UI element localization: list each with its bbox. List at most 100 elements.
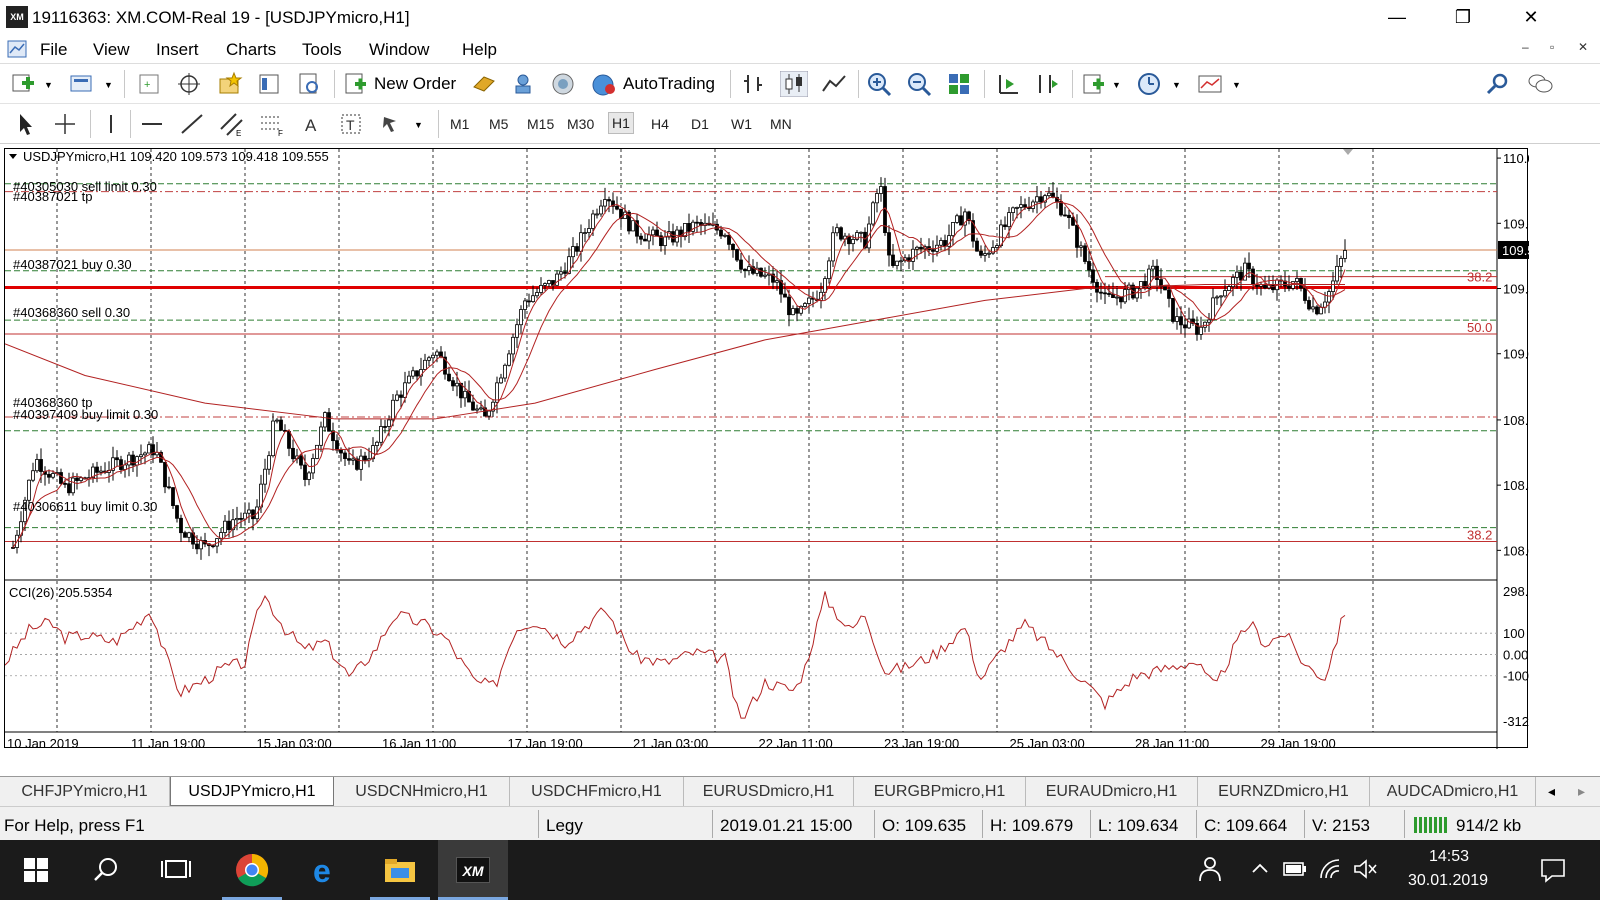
new-chart-icon[interactable] xyxy=(10,71,38,97)
tab-chfjpy[interactable]: CHFJPYmicro,H1 xyxy=(0,777,170,806)
tab-usdchf[interactable]: USDCHFmicro,H1 xyxy=(510,777,684,806)
current-price-label: 109.555 xyxy=(1502,243,1529,258)
clock-time[interactable]: 14:53 xyxy=(1414,848,1484,866)
vertical-line-icon[interactable] xyxy=(98,111,126,137)
menu-help[interactable]: Help xyxy=(462,40,497,60)
people-icon[interactable] xyxy=(1194,854,1222,884)
chevron-down-icon[interactable]: ▼ xyxy=(104,80,113,90)
menu-insert[interactable]: Insert xyxy=(156,40,199,60)
menu-view[interactable]: View xyxy=(93,40,130,60)
menu-file[interactable]: File xyxy=(40,40,67,60)
gold-bar-icon[interactable] xyxy=(470,71,498,97)
tab-eurusd[interactable]: EURUSDmicro,H1 xyxy=(684,777,854,806)
tabs-scroll-right-button[interactable]: ▸ xyxy=(1578,783,1585,800)
timeframe-h4[interactable]: H4 xyxy=(651,116,669,132)
candlestick-chart-icon[interactable] xyxy=(780,71,808,97)
clock-date[interactable]: 30.01.2019 xyxy=(1398,872,1498,890)
tabs-scroll-left-button[interactable]: ◂ xyxy=(1548,783,1555,800)
speaker-muted-icon[interactable] xyxy=(1352,858,1378,880)
chevron-down-icon[interactable]: ▼ xyxy=(414,120,423,130)
candle-body xyxy=(327,412,331,432)
market-watch-icon[interactable]: + xyxy=(136,71,164,97)
templates-icon[interactable] xyxy=(1196,71,1224,97)
indicators-icon[interactable] xyxy=(1080,71,1108,97)
autotrading-button[interactable]: AutoTrading xyxy=(623,74,715,94)
battery-icon[interactable] xyxy=(1282,860,1308,878)
arrows-icon[interactable] xyxy=(378,111,406,137)
timeframe-h1[interactable]: H1 xyxy=(608,112,634,134)
restore-button[interactable]: ❐ xyxy=(1440,4,1486,30)
cursor-arrow-icon[interactable] xyxy=(12,111,40,137)
crosshair-target-icon[interactable] xyxy=(176,71,204,97)
bar-chart-icon[interactable] xyxy=(740,71,768,97)
tab-usdjpy[interactable]: USDJPYmicro,H1 xyxy=(170,777,334,806)
autotrading-icon[interactable] xyxy=(590,71,618,97)
auto-scroll-icon[interactable] xyxy=(994,71,1022,97)
timeframe-m1[interactable]: M1 xyxy=(450,116,469,132)
text-icon[interactable]: A xyxy=(298,111,326,137)
zoom-in-icon[interactable] xyxy=(866,71,894,97)
navigator-star-icon[interactable] xyxy=(216,71,244,97)
windows-start-icon[interactable] xyxy=(16,850,56,890)
xm-taskbar-button[interactable]: XM xyxy=(438,840,508,900)
menu-charts[interactable]: Charts xyxy=(226,40,276,60)
equidistant-channel-icon[interactable]: E xyxy=(218,111,246,137)
profiles-icon[interactable] xyxy=(68,71,96,97)
timeframe-m15[interactable]: M15 xyxy=(527,116,554,132)
horizontal-line-icon[interactable] xyxy=(138,111,166,137)
search-icon[interactable] xyxy=(1484,71,1512,97)
zoom-out-icon[interactable] xyxy=(906,71,934,97)
tab-eurnzd[interactable]: EURNZDmicro,H1 xyxy=(1198,777,1370,806)
timeframe-mn[interactable]: MN xyxy=(770,116,792,132)
chevron-down-icon[interactable]: ▼ xyxy=(1112,80,1121,90)
crosshair-icon[interactable] xyxy=(52,111,80,137)
tile-windows-icon[interactable] xyxy=(946,71,974,97)
chat-bubbles-icon[interactable] xyxy=(1526,71,1554,97)
chevron-up-icon[interactable] xyxy=(1250,860,1270,876)
tab-euraud[interactable]: EURAUDmicro,H1 xyxy=(1026,777,1198,806)
line-chart-icon[interactable] xyxy=(820,71,848,97)
chevron-down-icon[interactable]: ▼ xyxy=(44,80,53,90)
mdi-minimize-button[interactable]: – xyxy=(1522,40,1529,54)
candle-body xyxy=(895,260,899,266)
notifications-icon[interactable] xyxy=(1538,856,1568,884)
fibonacci-icon[interactable]: F xyxy=(258,111,286,137)
new-order-button[interactable]: New Order xyxy=(374,74,456,94)
candle-body xyxy=(559,271,563,275)
chart-shift-icon[interactable] xyxy=(1034,71,1062,97)
timeframe-m30[interactable]: M30 xyxy=(567,116,594,132)
status-profile[interactable]: Legy xyxy=(546,816,583,836)
search-icon[interactable] xyxy=(86,850,126,890)
new-order-icon[interactable] xyxy=(342,71,370,97)
tab-audcad[interactable]: AUDCADmicro,H1 xyxy=(1370,777,1536,806)
tab-eurgbp[interactable]: EURGBPmicro,H1 xyxy=(854,777,1026,806)
minimize-button[interactable]: — xyxy=(1374,4,1420,30)
tab-usdcnh[interactable]: USDCNHmicro,H1 xyxy=(334,777,510,806)
chevron-down-icon[interactable]: ▼ xyxy=(1232,80,1241,90)
chart-window[interactable]: USDJPYmicro,H1 109.420 109.573 109.418 1… xyxy=(4,148,1562,751)
timeframe-d1[interactable]: D1 xyxy=(691,116,709,132)
menu-tools[interactable]: Tools xyxy=(302,40,342,60)
strategy-tester-icon[interactable] xyxy=(296,71,324,97)
task-view-icon[interactable] xyxy=(156,850,196,890)
menu-window[interactable]: Window xyxy=(369,40,429,60)
timeframe-m5[interactable]: M5 xyxy=(489,116,508,132)
candle-body xyxy=(307,472,311,480)
wifi-icon[interactable] xyxy=(1318,858,1344,880)
periods-clock-icon[interactable] xyxy=(1136,71,1164,97)
chevron-down-icon[interactable]: ▼ xyxy=(1172,80,1181,90)
timeframe-w1[interactable]: W1 xyxy=(731,116,752,132)
mdi-restore-button[interactable]: ▫ xyxy=(1550,40,1554,54)
trendline-icon[interactable] xyxy=(178,111,206,137)
mdi-close-button[interactable]: ✕ xyxy=(1578,40,1588,54)
candle-body xyxy=(271,420,275,457)
terminal-icon[interactable] xyxy=(256,71,284,97)
close-button[interactable]: ✕ xyxy=(1508,4,1554,30)
market-radar-icon[interactable] xyxy=(550,71,578,97)
file-explorer-icon[interactable] xyxy=(380,850,420,890)
price-chart[interactable]: USDJPYmicro,H1 109.420 109.573 109.418 1… xyxy=(4,149,1562,751)
edge-icon[interactable]: e xyxy=(306,850,346,890)
chrome-icon[interactable] xyxy=(232,850,272,890)
text-label-icon[interactable]: T xyxy=(338,111,366,137)
signals-icon[interactable] xyxy=(510,71,538,97)
